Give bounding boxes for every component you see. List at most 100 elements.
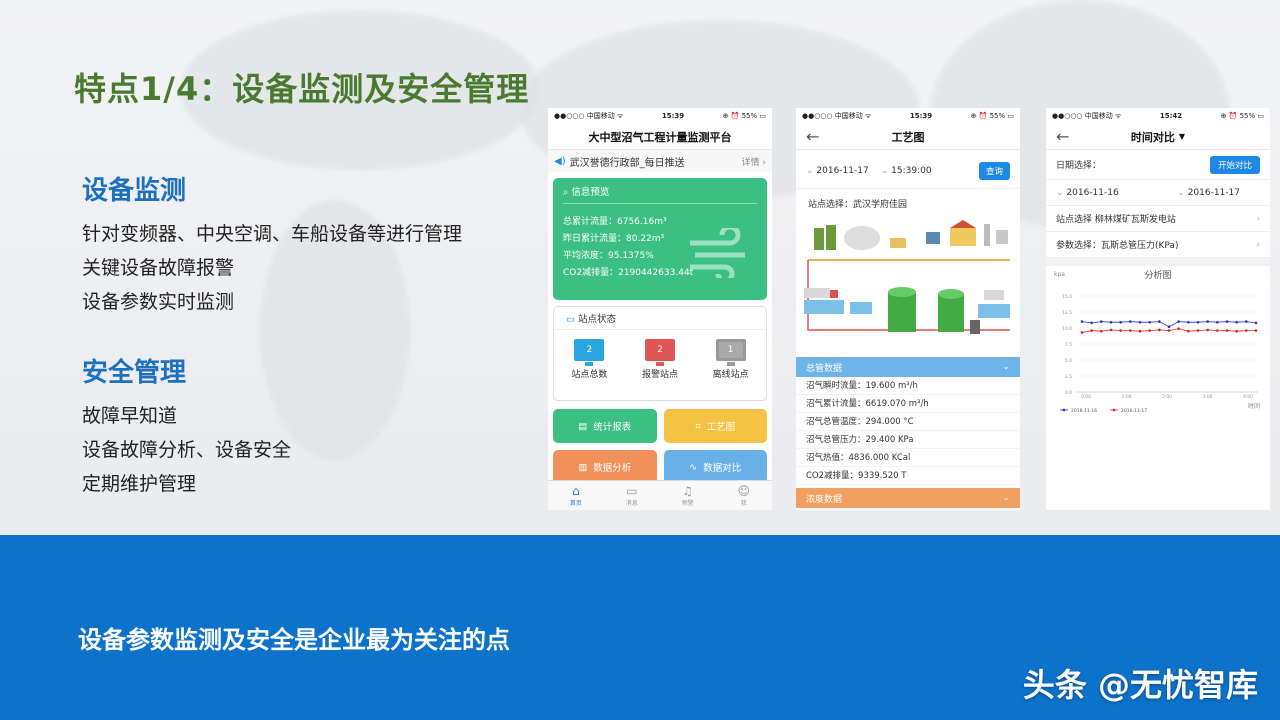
- data-point: [1129, 320, 1132, 323]
- info-preview-card[interactable]: ⌕ 信息预览 总累计流量：6756.16m³ 昨日累计流量：80.22m³ 平均…: [553, 178, 767, 300]
- screen-title[interactable]: 时间对比: [1131, 129, 1175, 145]
- y-tick-label: 15.0: [1062, 294, 1072, 300]
- x-axis-label: 时间: [1248, 402, 1260, 410]
- date-select[interactable]: ⌄ 2016-11-17: [806, 166, 869, 176]
- data-point: [1167, 329, 1171, 332]
- data-point: [1235, 320, 1238, 324]
- data-point: [1206, 328, 1209, 332]
- tile-analysis[interactable]: ▥ 数据分析: [553, 450, 657, 484]
- x-tick-label: 0:00: [1081, 394, 1091, 400]
- data-point: [1119, 329, 1122, 332]
- data-point: [1158, 320, 1161, 323]
- chevron-down-icon: ⌄: [1056, 187, 1067, 198]
- date2-select[interactable]: ⌄ 2016-11-17: [1177, 188, 1240, 198]
- data-point: [1177, 327, 1180, 330]
- date-range: ⌄ 2016-11-16 ⌄ 2016-11-17: [1046, 180, 1270, 206]
- chevron-down-icon: ⌄: [1002, 362, 1010, 372]
- time-text: 15:42: [1159, 112, 1183, 120]
- x-tick-label: 1:00: [1121, 394, 1131, 400]
- section-line: 定期维护管理: [82, 473, 197, 495]
- battery-text: ⊕ ⏰ 55% ▭: [1220, 112, 1264, 120]
- status-item-offline[interactable]: 1 离线站点: [713, 339, 749, 380]
- battery-text: ⊕ ⏰ 55% ▭: [970, 112, 1014, 120]
- data-point: [1235, 329, 1238, 333]
- data-point: [1080, 320, 1084, 323]
- param-select[interactable]: 参数选择：瓦斯总管压力(KPa) ›: [1046, 232, 1270, 258]
- legend-label: 2016-11-16: [1071, 408, 1097, 414]
- section-line: 针对变频器、中央空调、车船设备等进行管理: [82, 223, 463, 245]
- notice-bar[interactable]: ◀) 武汉誉德行政部_每日推送 详情 ›: [548, 150, 772, 172]
- screen-header: ← 时间对比 ▼: [1046, 124, 1270, 150]
- analysis-chart: 分析图 kpa 时间 15.0 12.5 10.0 7.5 5.0 2.5 0.0 0:00 1:00…: [1046, 266, 1270, 414]
- notice-more-link[interactable]: 详情 ›: [742, 155, 766, 168]
- data-point: [1167, 325, 1171, 329]
- section-main-data[interactable]: 总管数据 ⌄: [796, 357, 1020, 377]
- data-point: [1138, 320, 1142, 324]
- chart-title: 分析图: [1144, 269, 1171, 281]
- y-tick-label: 12.5: [1062, 310, 1072, 316]
- data-point: [1090, 329, 1093, 332]
- tab-message[interactable]: ▭ 消息: [626, 484, 638, 507]
- data-point: [1196, 329, 1200, 332]
- process-icon: ⌗: [695, 420, 701, 432]
- y-tick-label: 7.5: [1065, 342, 1072, 348]
- back-arrow-icon[interactable]: ←: [1056, 127, 1069, 146]
- tab-home[interactable]: ⌂ 首页: [570, 484, 582, 507]
- start-compare-button[interactable]: 开始对比: [1209, 155, 1260, 174]
- x-tick-label: 3:00: [1202, 394, 1212, 400]
- battery-text: ⊕ ⏰ 55% ▭: [722, 112, 766, 120]
- data-point: [1187, 320, 1190, 324]
- station-select[interactable]: 站点选择 柳林煤矿瓦斯发电站 ›: [1046, 206, 1270, 232]
- phone-screen-dashboard: ●●○○○ 中国移动 ᯤ 15:39 ⊕ ⏰ 55% ▭ 大中型沼气工程计量监测…: [548, 108, 772, 510]
- tab-alert[interactable]: ♫ 预警: [682, 484, 694, 507]
- data-row: CO2减排量：9339.520 T: [796, 467, 1020, 485]
- section-line: 设备故障分析、设备安全: [82, 439, 292, 461]
- station-select[interactable]: 站点选择：武汉学府佳园: [796, 189, 1020, 218]
- back-arrow-icon[interactable]: ←: [806, 127, 819, 146]
- data-point: [1080, 331, 1084, 334]
- time-select[interactable]: ⌄ 15:39:00: [881, 166, 932, 176]
- data-row: 沼气总管温度：294.000 °C: [796, 413, 1020, 431]
- data-point: [1100, 329, 1103, 333]
- station-status-card: ▭ 站点状态 2 站点总数 2 报警站点 1 离线站点: [553, 306, 767, 401]
- tile-compare[interactable]: ∿ 数据对比: [663, 450, 767, 484]
- date1-select[interactable]: ⌄ 2016-11-16: [1056, 188, 1119, 198]
- y-tick-label: 10.0: [1062, 326, 1072, 332]
- chevron-down-icon: ⌄: [806, 166, 817, 176]
- y-tick-label: 2.5: [1065, 374, 1072, 380]
- page-title: 特点1/4：设备监测及安全管理: [74, 70, 530, 108]
- data-point: [1206, 320, 1209, 323]
- section-concentration-data[interactable]: 浓度数据 ⌄: [796, 488, 1020, 508]
- notice-text: 武汉誉德行政部_每日推送: [569, 157, 685, 169]
- status-bar: ●●○○○ 中国移动 ᯤ 15:39 ⊕ ⏰ 55% ▭: [548, 108, 772, 124]
- speaker-icon: ◀): [554, 155, 566, 167]
- data-row: 沼气累计流量：6619.070 m³/h: [796, 395, 1020, 413]
- home-icon: ⌂: [572, 484, 580, 498]
- wind-icon: [690, 228, 745, 278]
- tile-process[interactable]: ⌗ 工艺图: [663, 409, 767, 443]
- status-bar: ●●○○○ 中国移动 ᯤ 15:42 ⊕ ⏰ 55% ▭: [1046, 108, 1270, 124]
- phone-screen-time-compare: ●●○○○ 中国移动 ᯤ 15:42 ⊕ ⏰ 55% ▭ ← 时间对比 ▼ 日期选…: [1046, 108, 1270, 510]
- legend-marker: [1062, 408, 1066, 412]
- monitor-icon: 2: [644, 339, 675, 366]
- query-button[interactable]: 查询: [978, 162, 1010, 180]
- tab-me[interactable]: ☺ 我: [738, 484, 751, 507]
- bar-chart-icon: ▥: [578, 461, 588, 473]
- data-point: [1148, 329, 1151, 332]
- data-point: [1158, 328, 1161, 332]
- monitor-icon: 1: [715, 339, 746, 366]
- section-heading: 设备监测: [82, 176, 187, 206]
- date-row: 日期选择： 开始对比: [1046, 150, 1270, 180]
- x-tick-label: 4:00: [1243, 394, 1253, 400]
- data-row: 沼气瞬时流量：19.600 m³/h: [796, 377, 1020, 395]
- tile-report[interactable]: ▤ 统计报表: [553, 409, 657, 443]
- data-point: [1100, 320, 1103, 323]
- status-item-total[interactable]: 2 站点总数: [571, 339, 607, 380]
- line-chart-icon: ∿: [689, 461, 698, 473]
- data-point: [1138, 329, 1142, 333]
- section-line: 关键设备故障报警: [82, 257, 235, 279]
- screen-title: 工艺图: [891, 130, 925, 144]
- section-heading: 安全管理: [82, 358, 187, 388]
- status-item-alarm[interactable]: 2 报警站点: [642, 339, 678, 380]
- chevron-down-icon: ⌄: [1002, 493, 1010, 503]
